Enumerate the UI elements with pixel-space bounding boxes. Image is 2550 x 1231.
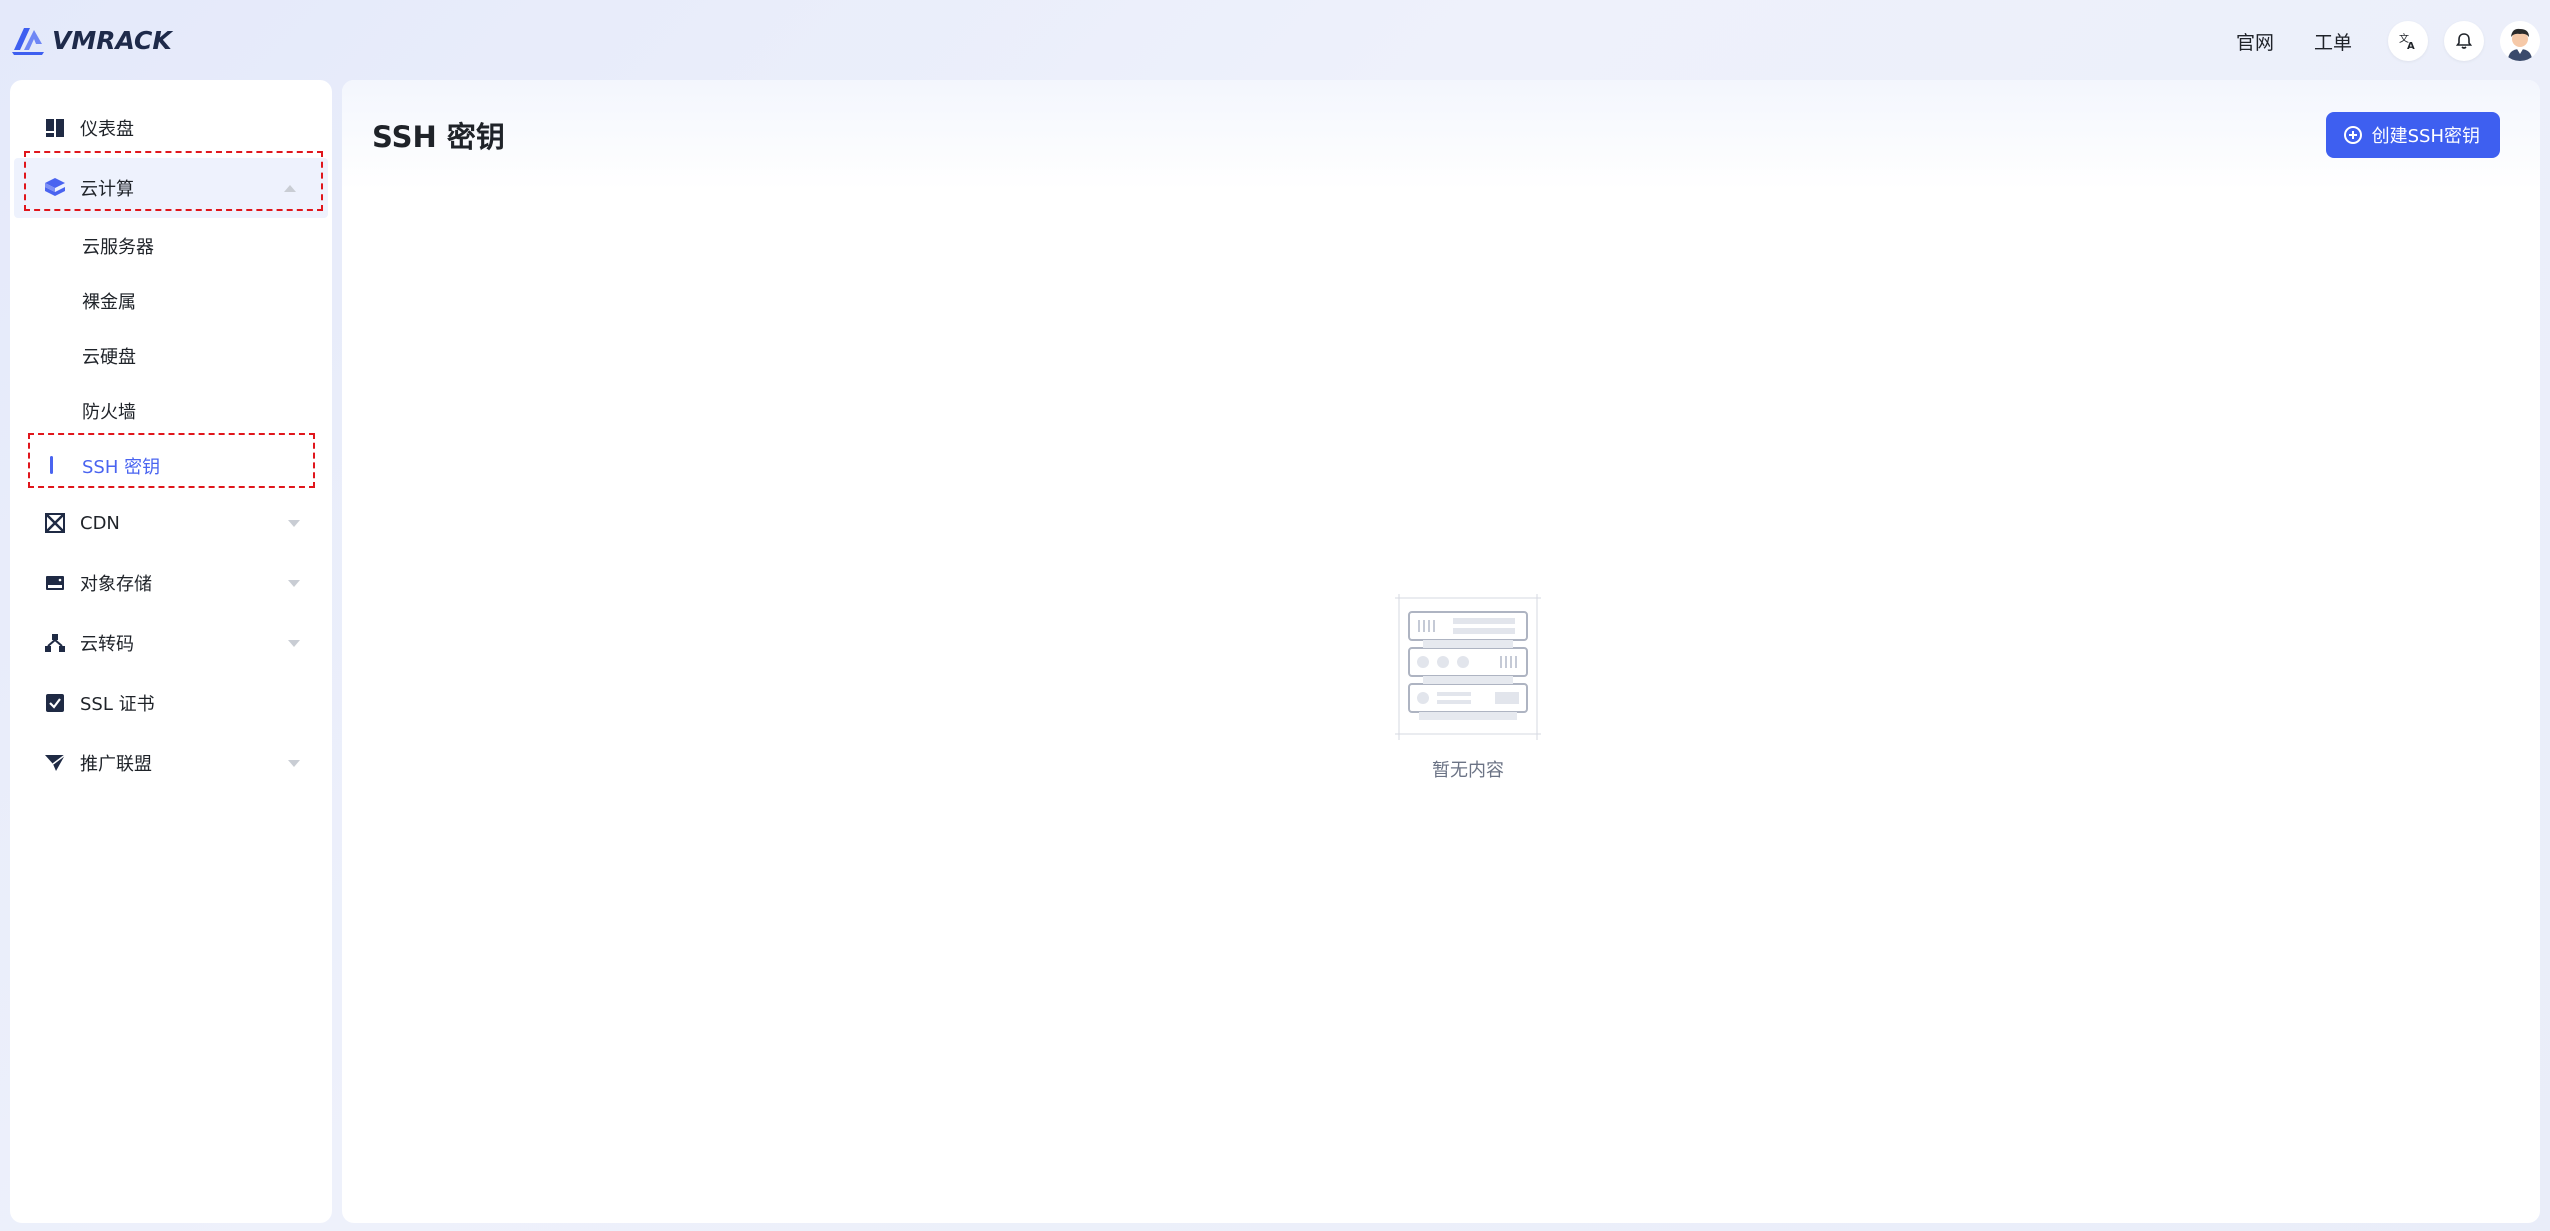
official-site-link[interactable]: 官网 xyxy=(2236,28,2274,55)
sidebar-item-affiliate[interactable]: 推广联盟 xyxy=(10,733,332,793)
storage-icon xyxy=(44,572,66,594)
empty-server-icon xyxy=(1395,594,1541,740)
cdn-icon xyxy=(44,512,66,534)
sidebar-item-cdn[interactable]: CDN xyxy=(10,493,332,553)
page-title: SSH 密钥 xyxy=(372,120,505,154)
empty-state: 暂无内容 xyxy=(1368,592,1568,782)
plus-circle-icon xyxy=(2343,126,2362,144)
sidebar-subitem-cloud-disk[interactable]: 云硬盘 xyxy=(10,328,332,383)
notification-button[interactable] xyxy=(2444,21,2484,61)
empty-state-text: 暂无内容 xyxy=(1432,760,1504,781)
paper-plane-icon xyxy=(44,752,66,774)
sidebar-subitem-cloud-server[interactable]: 云服务器 xyxy=(10,218,332,273)
top-bar: VMRACK 官网 工单 文 A xyxy=(0,0,2550,80)
logo[interactable]: VMRACK xyxy=(10,20,172,60)
sidebar-subitem-firewall[interactable]: 防火墙 xyxy=(10,383,332,438)
sidebar-item-label: CDN xyxy=(80,512,120,534)
chevron-down-icon xyxy=(288,760,300,767)
avatar-icon xyxy=(2500,21,2540,61)
main-content: SSH 密钥 创建SSH密钥 暂无内容 xyxy=(342,80,2540,1223)
sidebar-item-label: 推广联盟 xyxy=(80,754,152,775)
page-header: SSH 密钥 创建SSH密钥 xyxy=(342,80,2540,190)
svg-text:A: A xyxy=(2407,41,2415,51)
dashboard-icon xyxy=(44,117,66,139)
sidebar-subitem-bare-metal[interactable]: 裸金属 xyxy=(10,273,332,328)
sidebar-item-label: SSL 证书 xyxy=(80,694,155,715)
ticket-link[interactable]: 工单 xyxy=(2314,28,2352,55)
sidebar-item-label: 云计算 xyxy=(80,179,134,200)
chevron-down-icon xyxy=(288,580,300,587)
certificate-icon xyxy=(44,692,66,714)
sidebar-item-label: 云转码 xyxy=(80,634,134,655)
create-button-label: 创建SSH密钥 xyxy=(2371,126,2480,147)
sidebar: 仪表盘 云计算 云服务器 裸金属 云硬盘 防火墙 SSH 密钥 CDN 对象存储… xyxy=(10,80,332,1223)
chevron-down-icon xyxy=(288,520,300,527)
sidebar-item-label: 对象存储 xyxy=(80,574,152,595)
sidebar-item-cloud-computing[interactable]: 云计算 xyxy=(14,158,328,218)
bell-icon xyxy=(2455,33,2473,49)
sidebar-item-ssl-certificate[interactable]: SSL 证书 xyxy=(10,673,332,733)
create-ssh-key-button[interactable]: 创建SSH密钥 xyxy=(2325,112,2500,158)
cube-stack-icon xyxy=(44,177,66,199)
translate-icon: 文 A xyxy=(2399,32,2415,51)
language-button[interactable]: 文 A xyxy=(2388,21,2428,61)
sidebar-item-dashboard[interactable]: 仪表盘 xyxy=(10,98,332,158)
chevron-up-icon xyxy=(284,185,296,192)
sidebar-item-object-storage[interactable]: 对象存储 xyxy=(10,553,332,613)
transcode-icon xyxy=(44,632,66,654)
user-avatar[interactable] xyxy=(2500,21,2540,61)
vmrack-logo-icon xyxy=(12,28,44,55)
top-actions: 官网 工单 文 A xyxy=(2236,20,2550,62)
logo-text: VMRACK xyxy=(52,25,172,55)
chevron-down-icon xyxy=(288,640,300,647)
sidebar-item-label: 仪表盘 xyxy=(80,119,134,140)
sidebar-item-transcode[interactable]: 云转码 xyxy=(10,613,332,673)
sidebar-subitem-ssh-keys[interactable]: SSH 密钥 xyxy=(10,438,332,493)
